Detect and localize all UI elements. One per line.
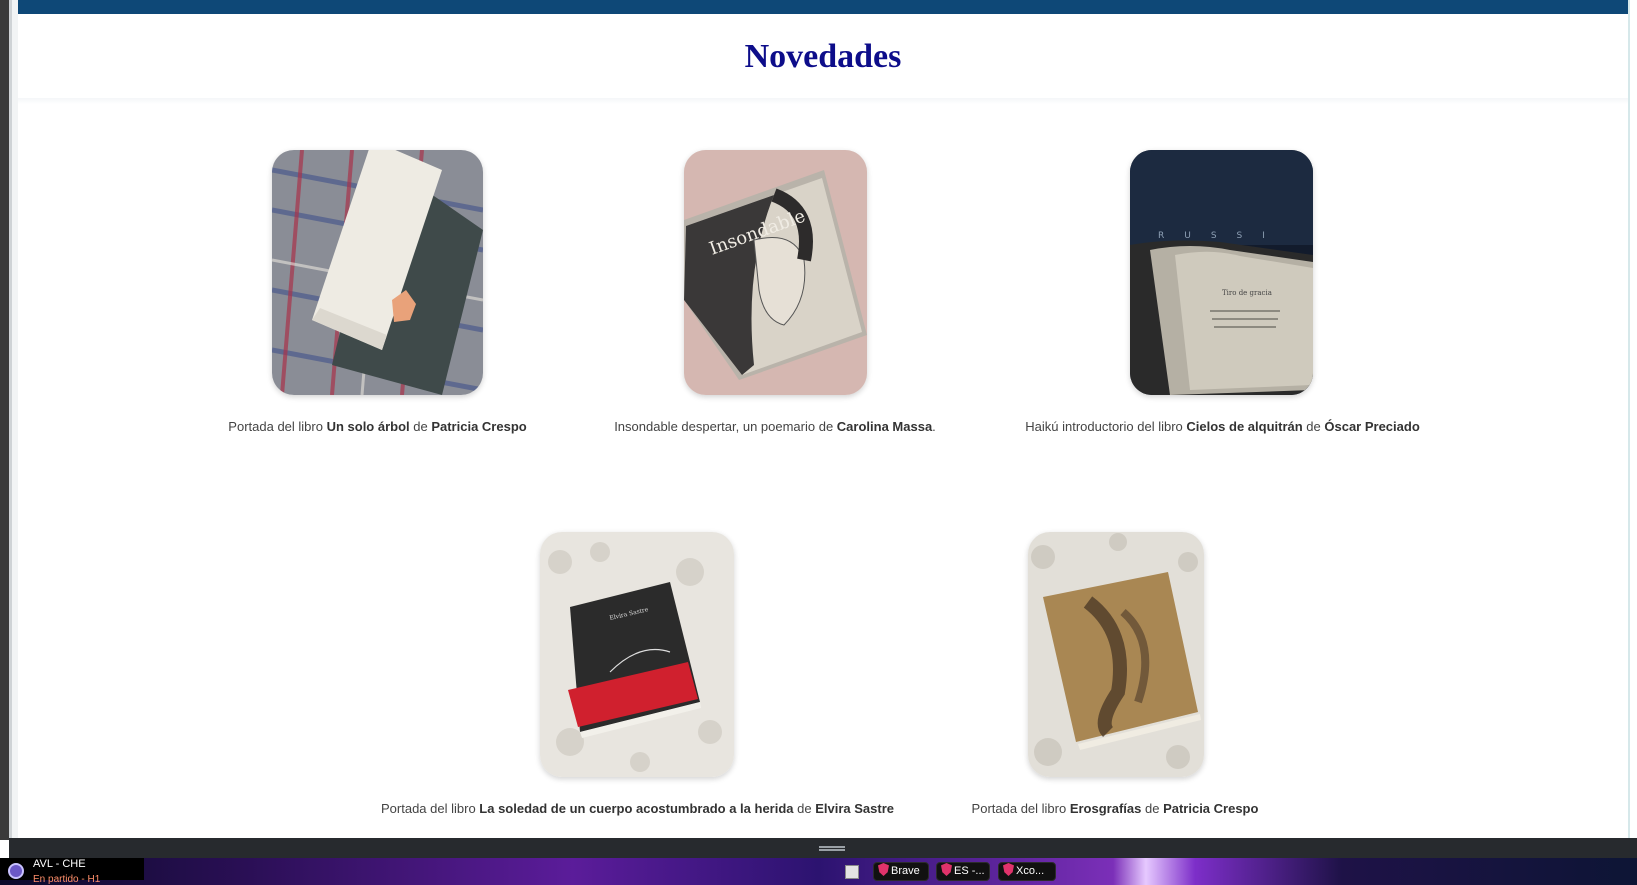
book-caption: Portada del libro Un solo árbol de Patri… [200, 419, 555, 434]
caption-title: Cielos de alquitrán [1186, 419, 1303, 434]
caption-author: Patricia Crespo [431, 419, 527, 434]
taskbar-button-brave[interactable]: Brave [873, 862, 929, 881]
taskbar-button-es[interactable]: ES -... [936, 862, 990, 881]
caption-prefix: Portada del libro [228, 419, 327, 434]
caption-prefix: Haikú introductorio del libro [1025, 419, 1187, 434]
caption-mid: de [1141, 801, 1164, 816]
splitter-handle-icon[interactable] [819, 846, 845, 851]
taskbar-button-label: ES -... [954, 865, 985, 877]
svg-text:Tiro de gracia: Tiro de gracia [1222, 289, 1272, 297]
svg-text:RUSSI: RUSSI [1158, 231, 1285, 241]
caption-prefix: Portada del libro [381, 801, 480, 816]
taskbar: AVL - CHE En partido - H1 Brave ES -... … [0, 858, 1637, 885]
taskbar-button-xco[interactable]: Xco... [998, 862, 1056, 881]
taskbar-button-label: Brave [891, 865, 920, 877]
book-caption: Haikú introductorio del libro Cielos de … [1010, 419, 1435, 434]
caption-title: Un solo árbol [326, 419, 410, 434]
book-caption: Portada del libro La soledad de un cuerp… [370, 801, 905, 816]
taskbar-button-label: Xco... [1016, 865, 1045, 877]
window-left-edge [0, 0, 18, 840]
book-image-la-soledad[interactable]: Elvira Sastre [540, 532, 734, 777]
brave-icon [878, 863, 889, 876]
caption-title: Erosgrafías [1069, 801, 1142, 816]
book-caption: Insondable despertar, un poemario de Car… [600, 419, 950, 434]
book-image-cielos-de-alquitran[interactable]: Tiro de gracia RUSSI [1130, 150, 1313, 395]
caption-author: Elvira Sastre [815, 801, 894, 816]
caption-mid: de [1302, 419, 1325, 434]
caption-prefix: Portada del libro [971, 801, 1070, 816]
book-image-erosgrafias[interactable] [1028, 532, 1204, 777]
caption-mid: de [793, 801, 816, 816]
book-image-un-solo-arbol[interactable] [272, 150, 483, 395]
title-divider [18, 98, 1628, 104]
caption-prefix: Insondable despertar, un poemario de [614, 419, 837, 434]
brave-icon [941, 863, 952, 876]
brave-icon [1003, 863, 1014, 876]
caption-mid: de [409, 419, 432, 434]
book-caption: Portada del libro Erosgrafías de Patrici… [960, 801, 1270, 816]
caption-suffix: . [932, 419, 936, 434]
page-title: Novedades [744, 38, 902, 75]
now-playing-title: AVL - CHE [33, 858, 86, 870]
media-app-icon [8, 863, 24, 879]
caption-author: Óscar Preciado [1324, 419, 1420, 434]
caption-title: La soledad de un cuerpo acostumbrado a l… [479, 801, 794, 816]
site-header-bar [18, 0, 1628, 14]
caption-author: Patricia Crespo [1163, 801, 1259, 816]
caption-author: Carolina Massa [836, 419, 933, 434]
now-playing-status: En partido - H1 [33, 874, 101, 885]
book-image-insondable-despertar[interactable]: Insondable [684, 150, 867, 395]
panel-splitter[interactable] [9, 838, 1637, 858]
window-switcher-icon[interactable] [845, 865, 859, 879]
window-right-edge [1628, 0, 1637, 840]
now-playing-widget[interactable]: AVL - CHE En partido - H1 [0, 858, 144, 885]
